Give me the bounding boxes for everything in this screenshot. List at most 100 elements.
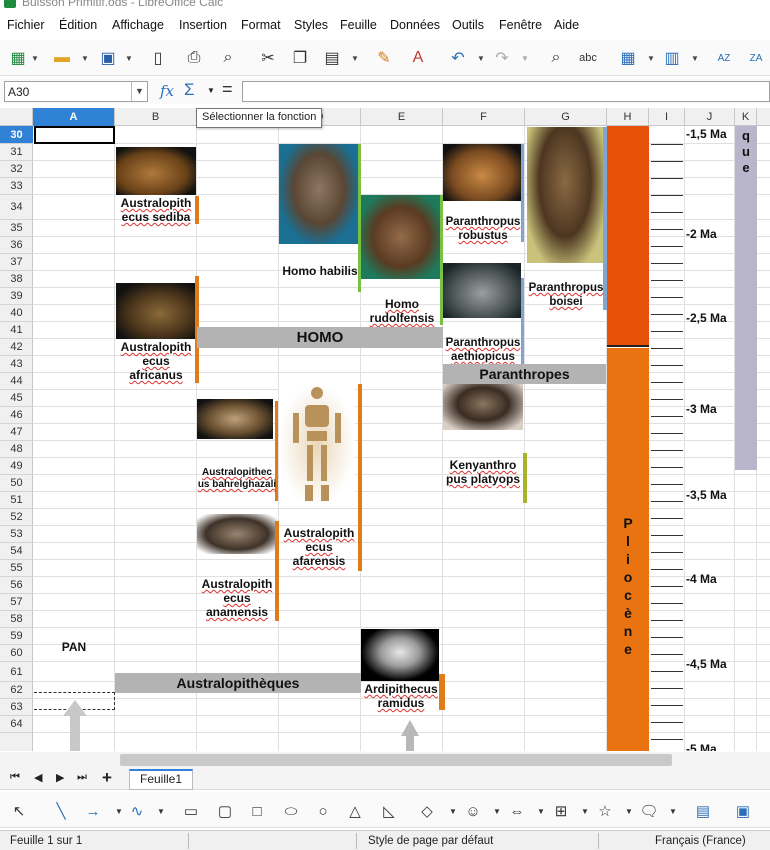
row-header-43[interactable]: 43 (0, 356, 33, 373)
row-header-53[interactable]: 53 (0, 526, 33, 543)
row-header-61[interactable]: 61 (0, 662, 33, 682)
column-header-e[interactable]: E (361, 108, 443, 126)
aethiopicus-skull-image[interactable] (443, 263, 521, 318)
menu-fenetre[interactable]: Fenêtre (499, 18, 542, 32)
save-dropdown-icon[interactable]: ▼ (124, 46, 134, 70)
aethiopicus-label[interactable]: Paranthropus aethiopicus (442, 336, 524, 364)
select-all-corner[interactable] (0, 108, 33, 126)
column-header-k[interactable]: K (735, 108, 757, 126)
name-box[interactable]: A30 ▼ (4, 81, 148, 102)
row-header-33[interactable]: 33 (0, 178, 33, 195)
habilis-label[interactable]: Homo habilis (280, 264, 360, 278)
anamensis-jaw-image[interactable] (197, 514, 277, 554)
row-header-50[interactable]: 50 (0, 475, 33, 492)
bahrelghazali-jaw-image[interactable] (197, 399, 273, 439)
previous-sheet-icon[interactable]: ◀ (34, 771, 42, 784)
diamond-icon[interactable]: ◇ (416, 800, 438, 822)
platyops-skull-image[interactable] (443, 378, 523, 430)
row-header-57[interactable]: 57 (0, 594, 33, 611)
habilis-skull-image[interactable] (279, 144, 359, 244)
pan-label[interactable]: PAN (34, 640, 114, 654)
row-header-36[interactable]: 36 (0, 237, 33, 254)
chevron-down-icon[interactable]: ▼ (662, 800, 684, 822)
pliocene-period-bar[interactable]: Pliocène (607, 348, 649, 751)
column-icon[interactable]: ▥ (660, 46, 684, 70)
row-header-46[interactable]: 46 (0, 407, 33, 424)
paste-icon[interactable]: ▤ (320, 46, 344, 70)
chevron-down-icon[interactable]: ▼ (442, 800, 464, 822)
open-dropdown-icon[interactable]: ▼ (80, 46, 90, 70)
column-header-a[interactable]: A (33, 108, 115, 126)
paranthropes-band[interactable]: Paranthropes (443, 364, 606, 384)
spreadsheet-grid[interactable]: ABCDEFGHIJK 3031323334353637383940414243… (0, 108, 770, 751)
menu-fichier[interactable]: Fichier (7, 18, 45, 32)
row-header-42[interactable]: 42 (0, 339, 33, 356)
ramidus-skull-image[interactable] (361, 629, 439, 681)
menu-feuille[interactable]: Feuille (340, 18, 377, 32)
row-header-49[interactable]: 49 (0, 458, 33, 475)
africanus-skull-image[interactable] (116, 283, 196, 339)
new-document-icon[interactable]: ▦ (6, 46, 30, 70)
row-header-32[interactable]: 32 (0, 161, 33, 178)
spelling-icon[interactable]: abc (576, 46, 600, 70)
kenyanthropus-label[interactable]: Kenyanthro pus platyops (443, 458, 523, 486)
row-header-30[interactable]: 30 (0, 126, 33, 144)
column-header-h[interactable]: H (607, 108, 649, 126)
row-header-31[interactable]: 31 (0, 144, 33, 161)
menu-aide[interactable]: Aide (554, 18, 579, 32)
print-preview-icon[interactable]: ⌕ (216, 46, 240, 70)
print-icon[interactable]: ⎙ (182, 46, 206, 70)
row-icon[interactable]: ▦ (616, 46, 640, 70)
clear-formatting-icon[interactable]: A (406, 46, 430, 70)
undo-dropdown-icon[interactable]: ▼ (476, 46, 486, 70)
ramidus-label[interactable]: Ardipithecus ramidus (361, 682, 441, 710)
row-header-47[interactable]: 47 (0, 424, 33, 441)
row-header-34[interactable]: 34 (0, 195, 33, 220)
next-sheet-icon[interactable]: ▶ (56, 771, 64, 784)
column-header-b[interactable]: B (115, 108, 197, 126)
sediba-label[interactable]: Australopith ecus sediba (116, 196, 196, 224)
row-header-58[interactable]: 58 (0, 611, 33, 628)
sheet-tab[interactable]: Feuille1 (129, 769, 193, 790)
rectangle-icon[interactable]: ▭ (180, 800, 202, 822)
bahrelghazali-label[interactable]: Australopithec us bahrelghazali (197, 467, 277, 491)
lucy-skeleton-image[interactable] (279, 383, 355, 507)
row-header-35[interactable]: 35 (0, 220, 33, 237)
row-header-41[interactable]: 41 (0, 322, 33, 339)
last-sheet-icon[interactable]: ⏭ (77, 771, 87, 784)
first-sheet-icon[interactable]: ⏮ (10, 771, 20, 784)
row-header-52[interactable]: 52 (0, 509, 33, 526)
menu-styles[interactable]: Styles (294, 18, 328, 32)
anamensis-label[interactable]: Australopith ecus anamensis (197, 577, 277, 619)
line-arrow-icon[interactable]: → (82, 800, 104, 822)
row-header-37[interactable]: 37 (0, 254, 33, 271)
add-sheet-icon[interactable]: + (102, 768, 112, 788)
row-header-40[interactable]: 40 (0, 305, 33, 322)
rounded-rectangle-icon[interactable]: ▢ (214, 800, 236, 822)
column-header-i[interactable]: I (649, 108, 685, 126)
homo-band[interactable]: HOMO (197, 327, 443, 348)
chevron-down-icon[interactable]: ▼ (574, 800, 596, 822)
language[interactable]: Français (France) (655, 835, 746, 847)
flowchart-icon[interactable]: ⊞ (550, 800, 572, 822)
sort-ascending-icon[interactable]: AZ (712, 46, 736, 70)
circle-icon[interactable]: ○ (312, 800, 334, 822)
row-dropdown-icon[interactable]: ▼ (646, 46, 656, 70)
row-header-56[interactable]: 56 (0, 577, 33, 594)
row-header-38[interactable]: 38 (0, 271, 33, 288)
column-dropdown-icon[interactable]: ▼ (690, 46, 700, 70)
star-icon[interactable]: ☆ (594, 800, 616, 822)
chevron-down-icon[interactable]: ▼ (131, 82, 147, 101)
row-header-60[interactable]: 60 (0, 645, 33, 662)
row-header-63[interactable]: 63 (0, 699, 33, 716)
redo-dropdown-icon[interactable]: ▼ (520, 46, 530, 70)
sediba-skull-image[interactable] (116, 147, 196, 195)
ellipse-icon[interactable]: ⬭ (280, 800, 302, 822)
robustus-label[interactable]: Paranthropus robustus (442, 215, 524, 243)
row-header-59[interactable]: 59 (0, 628, 33, 645)
chevron-down-icon[interactable]: ▼ (618, 800, 640, 822)
menu-edition[interactable]: Édition (59, 18, 97, 32)
triangle-icon[interactable]: △ (344, 800, 366, 822)
menu-donnees[interactable]: Données (390, 18, 440, 32)
chevron-down-icon[interactable]: ▼ (530, 800, 552, 822)
